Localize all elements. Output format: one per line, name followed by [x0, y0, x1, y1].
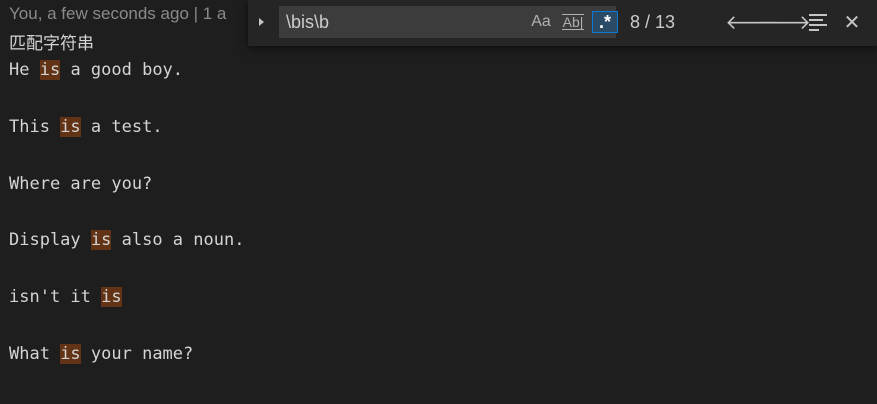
next-match-button[interactable]: 🡒: [757, 10, 811, 34]
close-icon: ✕: [843, 10, 861, 34]
match-case-toggle[interactable]: Aa: [528, 11, 554, 33]
match-highlight: is: [39, 60, 61, 80]
match-case-icon: Aa: [531, 13, 551, 30]
match-highlight: is: [60, 116, 81, 137]
code-line: He is a good boy.: [9, 56, 244, 84]
find-input[interactable]: [280, 7, 526, 37]
code-text: He: [9, 60, 40, 80]
code-line: What is your name?: [9, 340, 244, 368]
toggle-replace-button[interactable]: [256, 14, 266, 30]
code-text: isn't it: [9, 287, 102, 308]
regex-icon: .*: [598, 11, 611, 32]
whole-word-icon: Ab|: [561, 14, 585, 30]
git-blame-codelens[interactable]: You, a few seconds ago | 1 a: [9, 4, 226, 24]
comment-line: 匹配字符串: [9, 34, 94, 54]
chevron-right-icon: [258, 18, 264, 26]
code-line: This is a test.: [9, 113, 244, 141]
code-text: Display: [9, 230, 91, 251]
match-highlight: is: [60, 343, 81, 364]
whole-word-toggle[interactable]: Ab|: [560, 11, 586, 33]
code-text: also a noun.: [111, 230, 245, 251]
find-input-box: Aa Ab| .*: [279, 6, 618, 38]
code-text: your name?: [80, 343, 194, 364]
arrow-down-icon: 🡒: [757, 10, 811, 34]
code-editor[interactable]: He is a good boy. This is a test. Where ar…: [9, 56, 244, 368]
code-line: isn't it is: [9, 283, 244, 311]
code-text: a good boy.: [60, 60, 184, 80]
code-text: This: [9, 116, 61, 137]
code-line: Display is also a noun.: [9, 226, 244, 254]
find-widget: Aa Ab| .* 8 / 13 🡐 🡒 ✕: [248, 0, 877, 46]
match-count: 8 / 13: [630, 12, 676, 32]
match-highlight: is: [90, 230, 112, 251]
close-find-button[interactable]: ✕: [840, 10, 864, 34]
find-in-selection-button[interactable]: [806, 10, 830, 34]
code-text: What: [9, 343, 61, 364]
code-line: Where are you?: [9, 170, 244, 198]
find-in-selection-icon: [809, 13, 827, 31]
regex-toggle[interactable]: .*: [592, 11, 618, 33]
code-text: a test.: [80, 116, 163, 137]
match-highlight: is: [101, 287, 122, 308]
code-text: Where are you?: [9, 173, 153, 194]
